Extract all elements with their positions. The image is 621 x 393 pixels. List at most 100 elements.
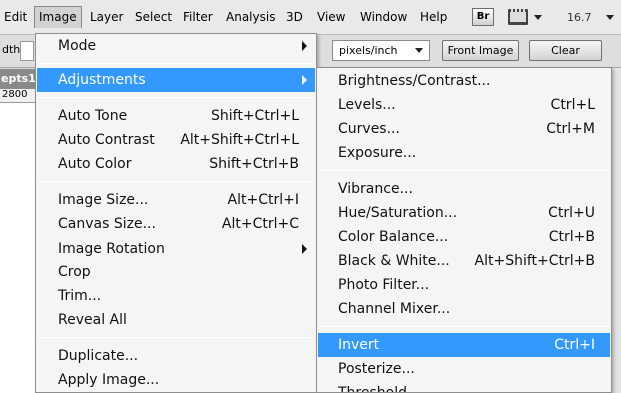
submenu-item-color-balance[interactable]: Color Balance... Ctrl+B (318, 225, 610, 249)
menu-item-label: Canvas Size... (58, 216, 156, 232)
menu-item-label: Auto Color (58, 156, 132, 172)
menu-item-label: Mode (58, 38, 97, 54)
menu-item-canvas-size[interactable]: Canvas Size... Alt+Ctrl+C (37, 212, 315, 236)
chevron-down-icon (415, 48, 423, 53)
adjustments-submenu: Brightness/Contrast... Levels... Ctrl+L … (316, 67, 612, 393)
menu-item-label: Threshold... (338, 385, 421, 393)
submenu-item-hue-saturation[interactable]: Hue/Saturation... Ctrl+U (318, 201, 610, 225)
panel-edge (612, 68, 621, 393)
menu-item-auto-tone[interactable]: Auto Tone Shift+Ctrl+L (37, 104, 315, 128)
menu-item-mode[interactable]: Mode (37, 34, 315, 58)
submenu-item-exposure[interactable]: Exposure... (318, 141, 610, 165)
menu-window[interactable]: Window (356, 6, 411, 28)
menu-analysis[interactable]: Analysis (222, 6, 279, 28)
zoom-chevron-down-icon[interactable] (606, 15, 614, 20)
submenu-item-posterize[interactable]: Posterize... (318, 357, 610, 381)
submenu-arrow-icon (302, 244, 307, 254)
bridge-button[interactable]: Br (472, 8, 494, 26)
menu-item-label: Curves... (338, 121, 400, 137)
shortcut-label: Alt+Ctrl+C (221, 216, 299, 232)
submenu-item-threshold[interactable]: Threshold... (318, 381, 610, 393)
width-field[interactable] (20, 41, 34, 61)
submenu-arrow-icon (302, 75, 307, 85)
menu-item-label: Auto Contrast (58, 132, 155, 148)
menu-item-image-rotation[interactable]: Image Rotation (37, 237, 315, 261)
menu-item-label: Trim... (58, 288, 102, 304)
screen-mode-icon[interactable] (508, 9, 528, 25)
shortcut-label: Ctrl+I (554, 337, 595, 353)
menu-item-label: Channel Mixer... (338, 301, 451, 317)
units-select[interactable]: pixels/inch (332, 40, 430, 61)
submenu-item-black-white[interactable]: Black & White... Alt+Shift+Ctrl+B (318, 249, 610, 273)
menu-item-label: Duplicate... (58, 348, 139, 364)
menu-item-label: Hue/Saturation... (338, 205, 458, 221)
submenu-arrow-icon (302, 41, 307, 51)
zoom-level[interactable]: 16.7 (567, 11, 592, 24)
menu-item-apply-image[interactable]: Apply Image... (37, 368, 315, 392)
menu-item-label: Crop (58, 264, 91, 280)
menu-item-image-size[interactable]: Image Size... Alt+Ctrl+I (37, 188, 315, 212)
menu-item-label: Reveal All (58, 312, 127, 328)
menu-item-label: Adjustments (58, 72, 146, 88)
menu-item-label: Image Size... (58, 192, 149, 208)
submenu-item-photo-filter[interactable]: Photo Filter... (318, 273, 610, 297)
separator (39, 97, 313, 98)
menu-item-label: Photo Filter... (338, 277, 430, 293)
shortcut-label: Shift+Ctrl+B (209, 156, 299, 172)
menu-item-label: Levels... (338, 97, 396, 113)
units-value: pixels/inch (339, 44, 398, 57)
image-menu: Mode Adjustments Auto Tone Shift+Ctrl+L … (35, 33, 317, 393)
menu-item-label: Auto Tone (58, 108, 128, 124)
ruler: 2800 (0, 89, 36, 103)
menu-item-label: Color Balance... (338, 229, 449, 245)
submenu-item-channel-mixer[interactable]: Channel Mixer... (318, 297, 610, 321)
document-tab[interactable]: epts1- (0, 69, 40, 89)
separator (320, 326, 608, 327)
menu-item-label: Apply Image... (58, 372, 160, 388)
menu-image[interactable]: Image (34, 6, 82, 28)
menu-item-crop[interactable]: Crop (37, 260, 315, 284)
menu-item-reveal-all[interactable]: Reveal All (37, 308, 315, 332)
submenu-item-curves[interactable]: Curves... Ctrl+M (318, 117, 610, 141)
menu-item-duplicate[interactable]: Duplicate... (37, 344, 315, 368)
separator (39, 63, 313, 64)
submenu-item-brightness-contrast[interactable]: Brightness/Contrast... (318, 69, 610, 93)
clear-button[interactable]: Clear (529, 40, 602, 61)
menu-item-label: Exposure... (338, 145, 417, 161)
menu-item-trim[interactable]: Trim... (37, 284, 315, 308)
menu-item-label: Invert (338, 337, 380, 353)
submenu-item-invert[interactable]: Invert Ctrl+I (318, 333, 610, 357)
canvas[interactable] (0, 103, 36, 393)
menu-view[interactable]: View (313, 6, 349, 28)
shortcut-label: Ctrl+B (548, 229, 595, 245)
menu-item-auto-contrast[interactable]: Auto Contrast Alt+Shift+Ctrl+L (37, 128, 315, 152)
menu-item-label: Vibrance... (338, 181, 413, 197)
shortcut-label: Alt+Shift+Ctrl+B (474, 253, 595, 269)
menu-layer[interactable]: Layer (86, 6, 127, 28)
shortcut-label: Ctrl+M (546, 121, 595, 137)
separator (320, 170, 608, 171)
shortcut-label: Alt+Ctrl+I (227, 192, 299, 208)
menu-select[interactable]: Select (131, 6, 176, 28)
menu-edit[interactable]: Edit (0, 6, 31, 28)
menu-bar: Edit Image Layer Select Filter Analysis … (0, 0, 621, 35)
shortcut-label: Ctrl+L (550, 97, 595, 113)
menu-item-adjustments[interactable]: Adjustments (37, 68, 315, 92)
menu-filter[interactable]: Filter (179, 6, 217, 28)
separator (39, 181, 313, 182)
shortcut-label: Alt+Shift+Ctrl+L (180, 132, 299, 148)
shortcut-label: Shift+Ctrl+L (211, 108, 299, 124)
submenu-item-levels[interactable]: Levels... Ctrl+L (318, 93, 610, 117)
menu-help[interactable]: Help (416, 6, 451, 28)
menu-item-label: Black & White... (338, 253, 450, 269)
submenu-item-vibrance[interactable]: Vibrance... (318, 177, 610, 201)
menu-item-auto-color[interactable]: Auto Color Shift+Ctrl+B (37, 152, 315, 176)
chevron-down-icon[interactable] (534, 15, 542, 20)
front-image-button[interactable]: Front Image (442, 40, 519, 61)
separator (39, 337, 313, 338)
menu-item-label: Image Rotation (58, 241, 165, 257)
menu-3d[interactable]: 3D (282, 6, 307, 28)
menu-item-label: Posterize... (338, 361, 415, 377)
shortcut-label: Ctrl+U (548, 205, 595, 221)
menu-item-label: Brightness/Contrast... (338, 73, 491, 89)
